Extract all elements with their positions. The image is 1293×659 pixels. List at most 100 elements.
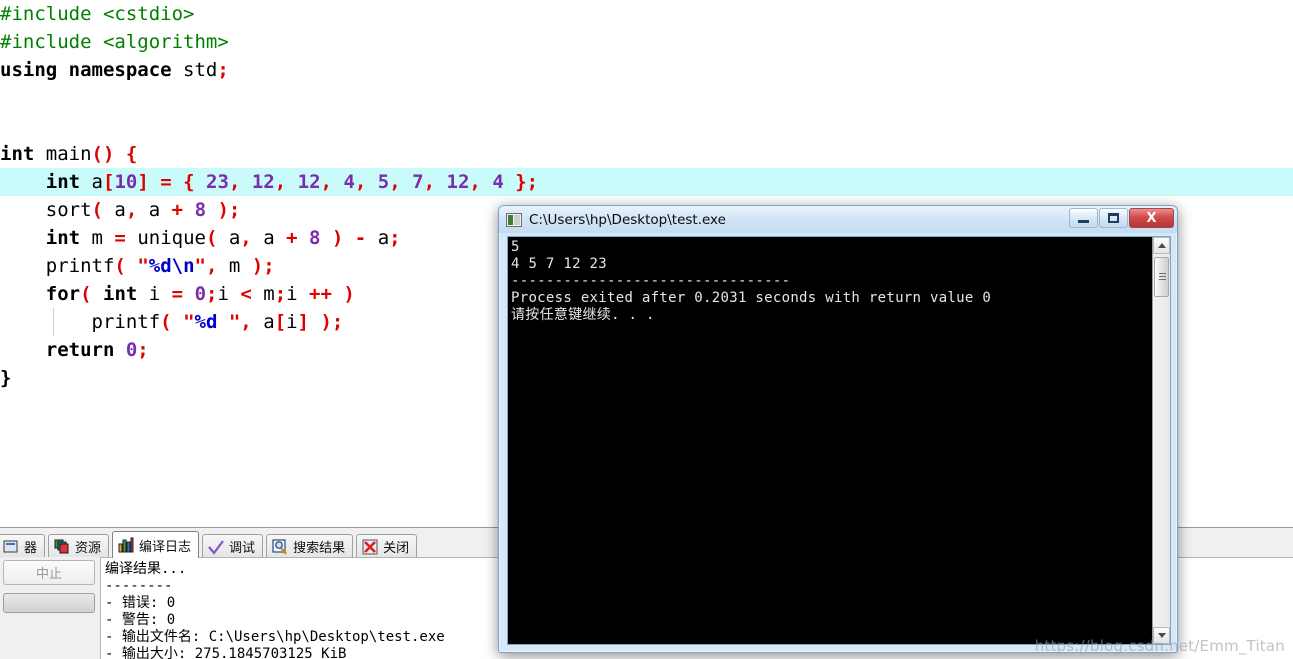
tab-label: 资源 [75,541,102,556]
code-token: ; [137,339,149,361]
compiler-icon [3,539,19,555]
code-token: ); [217,199,241,221]
code-token: m [251,283,275,305]
scrollbar-thumb[interactable] [1154,257,1169,297]
code-token: ( [91,199,103,221]
code-token: , [354,171,367,193]
maximize-button[interactable] [1099,208,1128,228]
tab-close-x[interactable]: 关闭 [356,534,418,558]
console-line: -------------------------------- [511,273,791,289]
abort-button[interactable]: 中止 [3,560,95,585]
console-output: 54 5 7 12 23 ----------------------------… [508,237,1152,644]
code-token: int [0,143,46,165]
code-token: ); [251,255,275,277]
code-token: ; [217,59,229,81]
console-window[interactable]: C:\Users\hp\Desktop\test.exe X 54 5 7 12… [498,205,1178,653]
tab-search-results[interactable]: 搜索结果 [266,534,354,558]
code-token: i [217,283,241,305]
code-token: , [389,171,401,193]
window-controls[interactable]: X [1069,208,1174,228]
code-token: " [194,255,206,277]
code-token: #include [0,31,103,53]
code-line[interactable]: using namespace std; [0,56,1293,84]
console-scrollbar[interactable] [1152,237,1170,644]
console-titlebar[interactable]: C:\Users\hp\Desktop\test.exe X [499,206,1177,233]
code-token: int [103,283,149,305]
code-token: , [205,255,218,277]
compile-progress-bar [3,593,95,613]
console-window-title: C:\Users\hp\Desktop\test.exe [529,211,726,228]
code-token: a [366,227,390,249]
code-line[interactable] [0,84,1293,112]
code-line[interactable]: #include <cstdio> [0,0,1293,28]
code-token: 12 [251,171,275,193]
tab-resources[interactable]: 资源 [48,534,110,558]
code-token: printf [45,255,115,277]
minimize-button[interactable] [1069,208,1098,228]
close-x-icon [362,539,378,555]
code-token: , [274,171,287,193]
code-line[interactable]: int main() { [0,140,1293,168]
debug-check-icon [208,539,224,555]
code-token: 5 [377,171,390,193]
code-token: , [423,171,436,193]
code-token: 4 [492,171,504,193]
code-token: 23 [206,171,229,193]
code-line[interactable]: #include <algorithm> [0,28,1293,56]
code-token: std [183,59,218,81]
code-token: = [160,171,172,193]
scroll-down-button[interactable] [1153,627,1170,644]
console-app-icon [506,212,522,227]
code-line[interactable]: int a[10] = { 23, 12, 12, 4, 5, 7, 12, 4… [0,168,1293,196]
code-token: , [240,227,252,249]
code-token: a [102,199,126,221]
tab-label: 调试 [229,541,256,556]
code-token: ( [114,255,126,277]
code-token: sort [45,199,92,221]
code-token: i [148,283,172,305]
code-token: return [45,339,126,361]
code-line[interactable] [0,112,1293,140]
code-token: for [45,283,81,305]
tab-debug-check[interactable]: 调试 [202,534,264,558]
code-token: <algorithm> [102,31,229,53]
code-token: [ [274,311,287,333]
minimize-icon [1078,220,1089,223]
code-token: , [469,171,481,193]
code-token: 10 [114,171,138,193]
tab-label: 器 [24,541,38,556]
code-token: 8 [308,227,321,249]
code-token: { [183,171,195,193]
console-line: 4 5 7 12 23 [511,256,608,272]
code-token: ( [160,311,172,333]
scrollbar-grip-icon [1159,273,1166,280]
tab-compiler[interactable]: 器 [0,534,46,558]
code-token: 12 [446,171,470,193]
tab-compile-log[interactable]: 编译日志 [112,531,200,558]
app-root: #include <cstdio> #include <algorithm> usi… [0,0,1293,659]
search-results-icon [272,538,288,555]
close-button[interactable]: X [1129,208,1174,228]
scroll-up-button[interactable] [1153,237,1170,254]
compile-log-icon [118,537,134,553]
code-token: < [240,283,252,305]
code-token: 12 [297,171,321,193]
console-body: 54 5 7 12 23 ----------------------------… [507,236,1171,645]
code-token: a [217,227,241,249]
